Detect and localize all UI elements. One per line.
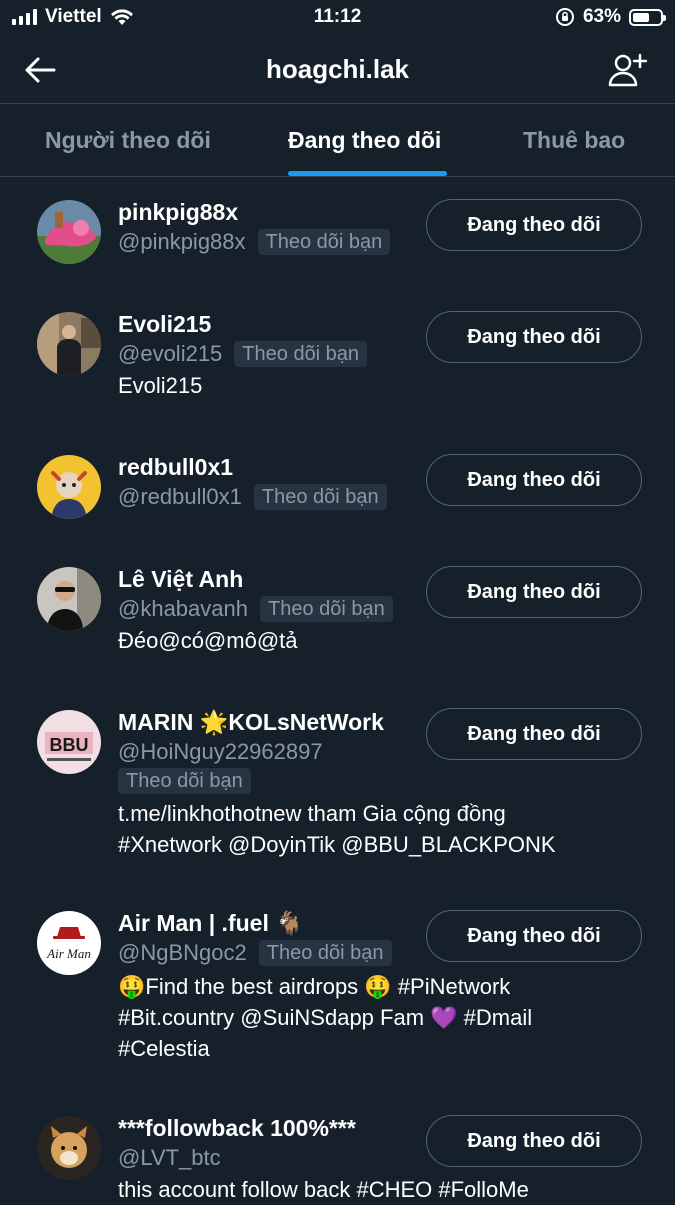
avatar[interactable] [37, 1116, 101, 1180]
user-bio: Evoli215 [118, 370, 648, 401]
add-user-icon [608, 53, 647, 87]
user-name: Air Man | .fuel 🐐 [118, 910, 304, 936]
following-button[interactable]: Đang theo dõi [426, 311, 642, 363]
following-button[interactable]: Đang theo dõi [426, 910, 642, 962]
user-handle: @evoli215 [118, 341, 223, 366]
follows-you-badge: Theo dõi bạn [234, 341, 368, 367]
tab-followers[interactable]: Người theo dõi [45, 127, 211, 154]
avatar[interactable] [37, 312, 101, 376]
user-handle: @LVT_btc [118, 1145, 221, 1170]
follows-you-badge: Theo dõi bạn [259, 596, 393, 622]
following-button[interactable]: Đang theo dõi [426, 454, 642, 506]
user-handle: @redbull0x1 [118, 484, 242, 509]
avatar[interactable] [37, 455, 101, 519]
bio-line: 🤑Find the best airdrops 🤑 #PiNetwork [118, 974, 511, 999]
user-handle: @pinkpig88x [118, 229, 246, 254]
avatar[interactable]: Air Man [37, 911, 101, 975]
top-nav: hoagchi.lak [0, 36, 675, 104]
user-bio: 🤑Find the best airdrops 🤑 #PiNetwork #Bi… [118, 971, 648, 1064]
following-button[interactable]: Đang theo dõi [426, 199, 642, 251]
avatar[interactable] [37, 567, 101, 631]
follows-you-badge: Theo dõi bạn [253, 484, 387, 510]
user-handle: @HoiNguy22962897 [118, 739, 323, 764]
user-name: Evoli215 [118, 311, 212, 337]
user-name: Lê Việt Anh [118, 566, 244, 592]
user-name: redbull0x1 [118, 454, 234, 480]
bio-line: t.me/linkhothotnew tham Gia cộng đồng [118, 801, 506, 826]
follows-you-badge: Theo dõi bạn [118, 768, 251, 794]
battery-percent: 63% [582, 6, 621, 27]
status-bar: Viettel 11:12 63% [0, 0, 675, 36]
user-handle: @NgBNgoc2 [118, 940, 247, 965]
page-title: hoagchi.lak [265, 54, 410, 84]
user-bio: Đéo@có@mô@tả [118, 625, 648, 656]
following-button[interactable]: Đang theo dõi [426, 1115, 642, 1167]
tab-bar: Người theo dõi Đang theo dõi Thuê bao [0, 105, 675, 177]
follows-you-badge: Theo dõi bạn [257, 229, 391, 255]
bio-line: #Xnetwork @DoyinTik @BBU_BLACKPONK [118, 832, 556, 857]
following-button[interactable]: Đang theo dõi [426, 708, 642, 760]
avatar[interactable]: BBU [37, 710, 101, 774]
bio-line: #Bit.country @SuiNSdapp Fam 💜 #Dmail [118, 1005, 533, 1030]
svg-text:Air Man: Air Man [46, 946, 91, 961]
user-bio: t.me/linkhothotnew tham Gia cộng đồng #X… [118, 798, 648, 860]
bio-line: Evoli215 [118, 373, 203, 398]
user-name: MARIN 🌟KOLsNetWork [118, 709, 384, 735]
bio-line: this account follow back #CHEO #FolloMe [118, 1177, 529, 1202]
following-button[interactable]: Đang theo dõi [426, 566, 642, 618]
tab-following[interactable]: Đang theo dõi [288, 127, 441, 154]
svg-text:BBU: BBU [50, 735, 89, 755]
user-name: ***followback 100%*** [118, 1115, 356, 1141]
user-handle: @khabavanh [118, 596, 248, 621]
add-user-button[interactable] [607, 50, 647, 90]
rotation-lock-icon [555, 8, 574, 26]
bio-line: #Celestia [118, 1036, 210, 1061]
avatar[interactable] [37, 200, 101, 264]
user-bio: this account follow back #CHEO #FolloMe [118, 1174, 648, 1205]
follows-you-badge: Theo dõi bạn [258, 940, 392, 966]
battery-icon [629, 8, 666, 26]
user-name: pinkpig88x [118, 199, 239, 225]
bio-line: Đéo@có@mô@tả [118, 628, 298, 653]
status-right: 63% [555, 6, 666, 28]
tab-active-indicator [288, 171, 447, 176]
tab-subscriptions[interactable]: Thuê bao [523, 127, 625, 154]
